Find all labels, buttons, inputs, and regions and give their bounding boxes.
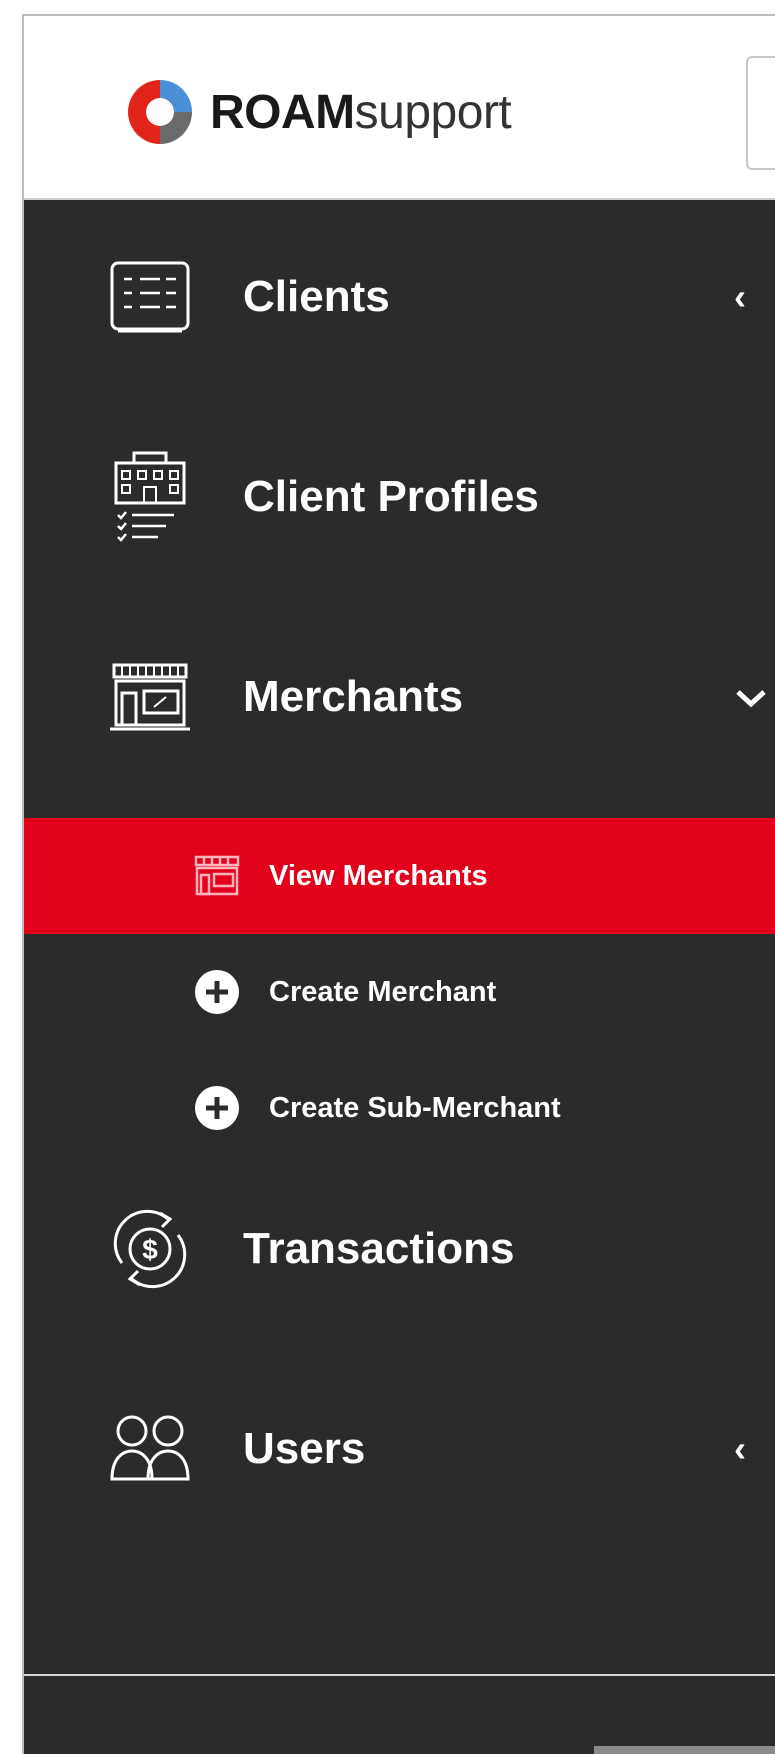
sidebar: Clients ‹ Client Profiles Merchants View…: [24, 200, 775, 1754]
building-checklist-icon: [108, 451, 192, 542]
header: ROAMsupport: [24, 16, 775, 200]
sidebar-divider: [24, 1674, 775, 1676]
sidebar-item-users[interactable]: Users ‹: [24, 1374, 775, 1524]
clients-list-icon: [108, 255, 192, 339]
storefront-icon: [108, 655, 192, 739]
sidebar-subitem-view-merchants[interactable]: View Merchants: [24, 818, 775, 934]
storefront-icon: [192, 851, 242, 901]
sidebar-item-client-profiles[interactable]: Client Profiles: [24, 422, 775, 572]
sidebar-item-label: Transactions: [243, 1224, 515, 1273]
roam-logo-icon: [128, 80, 192, 144]
brand-name: ROAMsupport: [210, 85, 512, 139]
scrollbar-thumb[interactable]: [594, 1746, 775, 1754]
plus-circle-icon: [192, 967, 242, 1017]
users-icon: [108, 1407, 192, 1491]
sidebar-subitem-label: Create Sub-Merchant: [269, 1091, 561, 1124]
header-search-box[interactable]: [746, 56, 775, 170]
dollar-cycle-icon: $: [108, 1207, 192, 1291]
chevron-left-icon[interactable]: ‹: [734, 1428, 746, 1470]
sidebar-item-label: Clients: [243, 272, 390, 321]
sidebar-item-clients[interactable]: Clients ‹: [24, 222, 775, 372]
sidebar-item-label: Merchants: [243, 672, 464, 721]
sidebar-item-transactions[interactable]: $ Transactions: [24, 1174, 775, 1324]
sidebar-item-label: Users: [243, 1424, 366, 1473]
app-window: ROAMsupport Clients ‹ Client Profiles Me…: [22, 14, 775, 1754]
sidebar-subitem-create-sub-merchant[interactable]: Create Sub-Merchant: [24, 1050, 775, 1166]
chevron-down-icon[interactable]: [734, 676, 768, 718]
sidebar-subitem-label: Create Merchant: [269, 975, 497, 1008]
sidebar-subitem-label: View Merchants: [269, 859, 488, 892]
chevron-left-icon[interactable]: ‹: [734, 276, 746, 318]
sidebar-item-merchants[interactable]: Merchants: [24, 622, 775, 772]
sidebar-subitem-create-merchant[interactable]: Create Merchant: [24, 934, 775, 1050]
logo[interactable]: ROAMsupport: [124, 76, 512, 148]
plus-circle-icon: [192, 1083, 242, 1133]
sidebar-item-label: Client Profiles: [243, 472, 539, 521]
svg-text:$: $: [142, 1234, 158, 1265]
